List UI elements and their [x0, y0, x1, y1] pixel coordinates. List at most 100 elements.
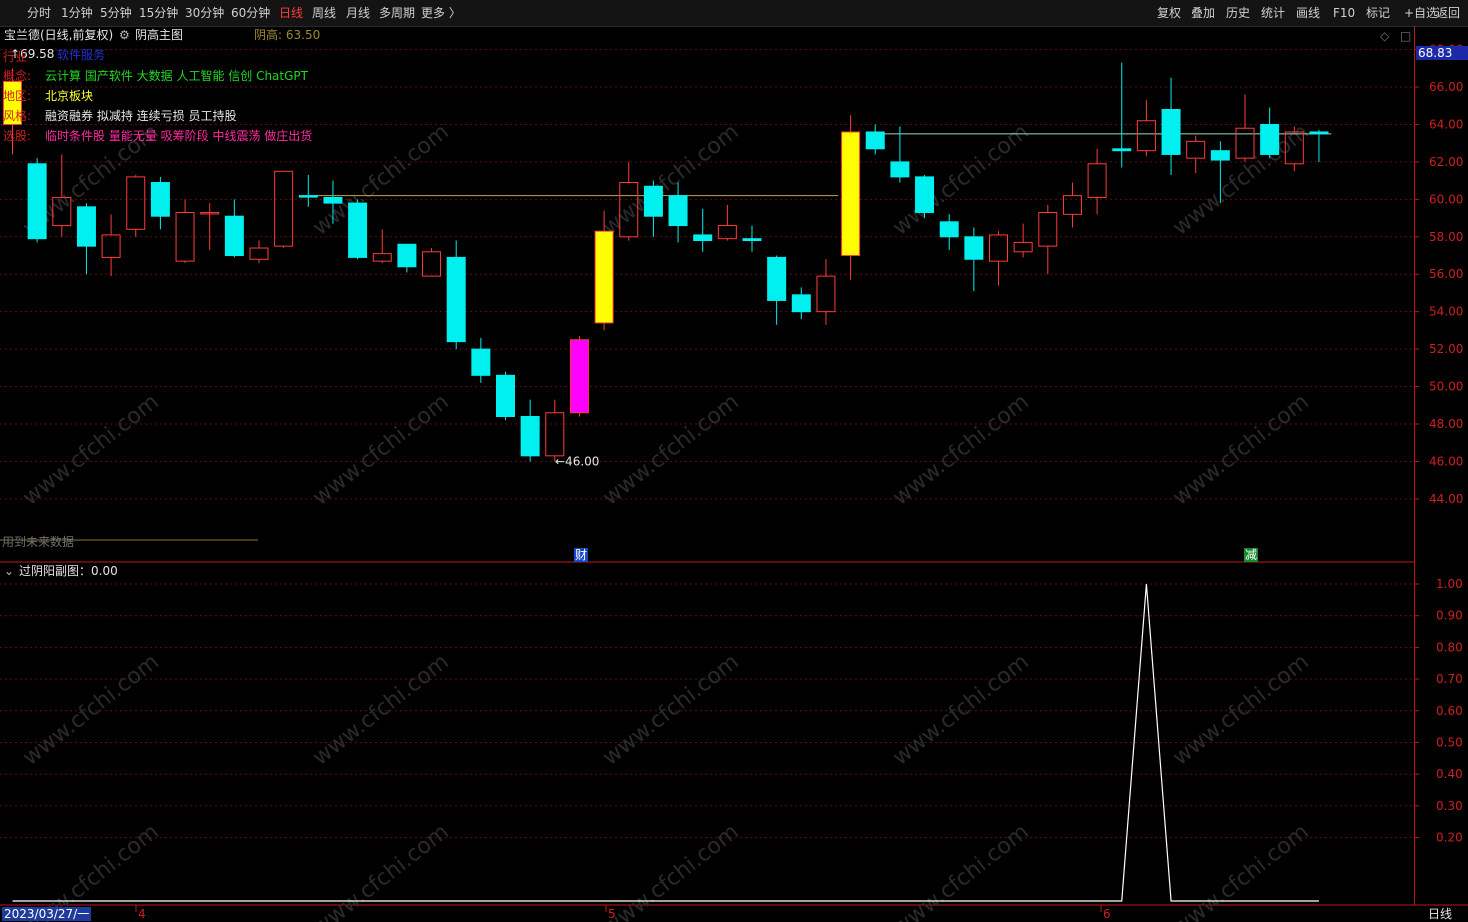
kline-chart-area[interactable]: 68.0066.0064.0062.0060.0058.0056.0054.00…: [0, 26, 1468, 922]
candle-body: [101, 234, 121, 258]
stock-title: 宝兰德(日线,前复权): [4, 28, 114, 42]
y-axis-label: 44.00: [1429, 492, 1463, 506]
candle-body: [126, 176, 146, 230]
period-tab[interactable]: 分时: [27, 4, 51, 22]
y-axis-label: 52.00: [1429, 342, 1463, 356]
period-tab[interactable]: 15分钟: [139, 4, 178, 22]
candle-body: [249, 247, 269, 260]
info-region-text: 北京板块: [45, 89, 94, 103]
candle-body: [348, 202, 368, 258]
month-label: 4: [138, 907, 146, 921]
watermark-text: www.cfchi.com: [888, 119, 1033, 240]
candle-body: [742, 238, 762, 242]
watermark-text: www.cfchi.com: [1168, 649, 1313, 770]
candle-body: [1062, 195, 1082, 215]
sub-y-axis-label: 0.30: [1436, 799, 1463, 813]
indicator-name[interactable]: 阴高主图: [135, 28, 183, 42]
tool-button[interactable]: 画线: [1296, 4, 1320, 22]
watermark-text: www.cfchi.com: [18, 649, 163, 770]
candle-body: [668, 195, 688, 227]
watermark-text: www.cfchi.com: [888, 649, 1033, 770]
period-tab[interactable]: 30分钟: [185, 4, 224, 22]
reduce-holding-marker[interactable]: 减: [1244, 548, 1259, 562]
tool-button[interactable]: +自选: [1404, 4, 1438, 22]
y-axis-label: 64.00: [1429, 117, 1463, 131]
candle-body: [496, 374, 515, 418]
indicator-settings-icon[interactable]: ⚙: [119, 28, 130, 42]
candle-body: [791, 294, 811, 313]
period-toolbar: 分时 1分钟 5分钟 15分钟 30分钟 60分钟 日线 周线 月线 多周期 更多 〉 复权 叠加 历史…: [0, 0, 1468, 27]
tool-button[interactable]: 返回: [1436, 4, 1460, 22]
period-tab[interactable]: 5分钟: [100, 4, 132, 22]
candle-body: [989, 234, 1008, 262]
watermark-text: www.cfchi.com: [598, 649, 743, 770]
y-axis-label: 46.00: [1429, 454, 1463, 468]
info-key-region: 地区:: [3, 89, 32, 103]
candle-body: [915, 176, 935, 213]
sub-y-axis-label: 0.80: [1436, 640, 1463, 654]
watermark-text: www.cfchi.com: [888, 389, 1033, 510]
sub-y-axis-label: 0.90: [1436, 609, 1463, 623]
tool-button[interactable]: 复权: [1157, 4, 1181, 22]
y-axis-label: 50.00: [1429, 380, 1463, 394]
financial-report-marker[interactable]: 财: [574, 548, 589, 562]
candle-body: [446, 256, 466, 343]
watermark-text: www.cfchi.com: [18, 389, 163, 510]
candle-body: [1235, 127, 1255, 159]
period-tab[interactable]: 更多 〉: [421, 4, 461, 22]
candle-body: [964, 236, 984, 260]
candle-body: [865, 131, 885, 150]
candle-body: [643, 185, 663, 217]
candle-body: [1161, 109, 1181, 155]
info-key-style: 风格:: [3, 109, 32, 123]
info-key-select: 选股:: [3, 129, 32, 143]
watermark-text: www.cfchi.com: [308, 389, 453, 510]
period-tab[interactable]: 60分钟: [231, 4, 270, 22]
period-tab[interactable]: 日线: [279, 4, 303, 22]
candle-body: [372, 253, 392, 262]
candle-body: [224, 215, 244, 257]
period-tab[interactable]: 1分钟: [61, 4, 93, 22]
candle-body: [1260, 123, 1280, 155]
candle-body: [1013, 241, 1033, 253]
period-label: 日线: [1428, 907, 1453, 921]
candle-body: [76, 206, 96, 247]
sub-y-axis-label: 0.50: [1436, 736, 1463, 750]
candle-body: [471, 348, 491, 376]
candle-body: [274, 170, 294, 247]
period-tab[interactable]: 多周期: [379, 4, 415, 22]
window-close-icon[interactable]: □: [1400, 29, 1411, 43]
tool-button[interactable]: 历史: [1226, 4, 1250, 22]
candle-body: [693, 234, 713, 242]
watermark-text: www.cfchi.com: [598, 389, 743, 510]
candle-body: [422, 251, 442, 277]
candle-body: [841, 131, 861, 257]
cursor-date-label: 2023/03/27/一: [2, 907, 92, 921]
sub-y-axis-label: 0.40: [1436, 767, 1463, 781]
period-tab[interactable]: 月线: [346, 4, 370, 22]
y-axis-label: 54.00: [1429, 305, 1463, 319]
candle-body: [1186, 140, 1206, 159]
candle-body: [816, 275, 836, 313]
diamond-icon[interactable]: ◇: [1380, 29, 1389, 43]
tool-button[interactable]: 统计: [1261, 4, 1285, 22]
watermark-text: www.cfchi.com: [308, 819, 453, 922]
watermark-text: www.cfchi.com: [308, 649, 453, 770]
candle-body: [1112, 148, 1132, 152]
current-price-tag: 68.83: [1416, 46, 1468, 60]
tool-button[interactable]: F10: [1333, 4, 1355, 22]
watermark-text: www.cfchi.com: [1168, 119, 1313, 240]
candle-body: [520, 416, 540, 457]
candle-body: [1210, 150, 1230, 161]
yingao-value: 阴高: 63.50: [254, 28, 321, 42]
period-tab[interactable]: 周线: [312, 4, 336, 22]
tool-button[interactable]: 标记: [1366, 4, 1390, 22]
candle-body: [1136, 120, 1156, 152]
sub-panel-title: 过阴阳副图：0.00: [19, 564, 118, 578]
candle-body: [594, 230, 614, 324]
industry-overlay-text: 软件服务: [57, 48, 106, 62]
sub-panel-toggle-icon[interactable]: ⌄: [4, 564, 14, 578]
future-data-warning: 用到未来数据: [2, 535, 75, 549]
tool-button[interactable]: 叠加: [1191, 4, 1215, 22]
candle-body: [1087, 163, 1107, 198]
